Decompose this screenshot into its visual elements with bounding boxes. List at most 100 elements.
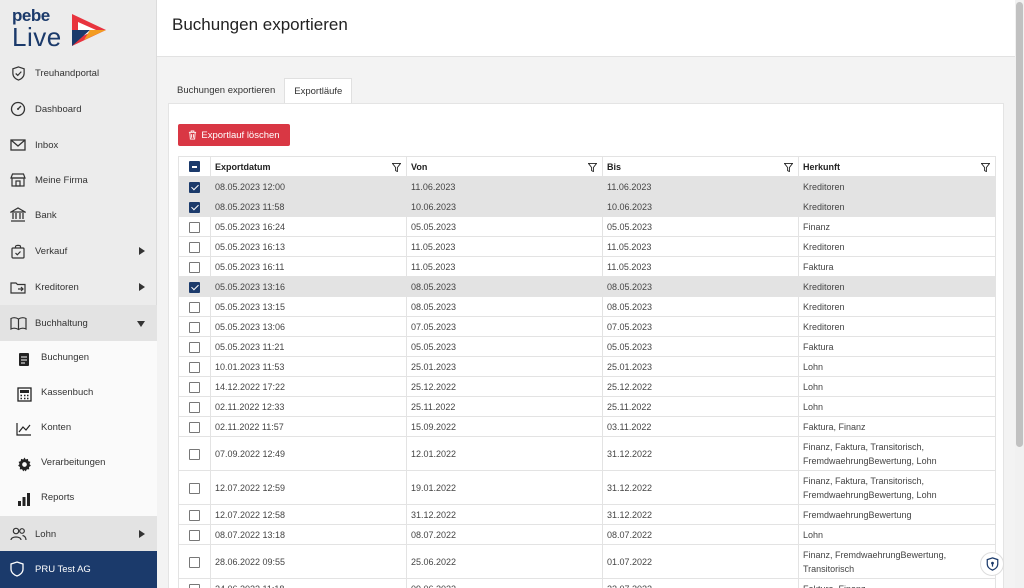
cell-datum: 12.07.2022 12:58 [210,504,407,525]
cell-bis: 05.05.2023 [602,336,799,357]
table-row[interactable]: 05.05.2023 13:16 08.05.2023 08.05.2023 Kred… [178,276,996,297]
row-checkbox[interactable] [189,201,200,213]
row-checkbox[interactable] [189,321,200,333]
table-row[interactable]: 02.11.2022 12:33 25.11.2022 25.11.2022 Lohn [178,396,996,417]
table-row[interactable]: 12.07.2022 12:58 31.12.2022 31.12.2022 Frem… [178,504,996,525]
sidebar-item-label: Bank [35,210,57,221]
cell-bis: 25.01.2023 [602,356,799,377]
sidebar-item-bank[interactable]: Bank [0,197,157,233]
filter-icon[interactable] [391,163,402,174]
delete-exportlauf-button[interactable]: Exportlauf löschen [178,124,290,146]
company-switcher[interactable]: PRU Test AG [0,551,157,588]
sidebar-subitem-buchungen[interactable]: Buchungen [0,341,157,376]
cell-von: 05.05.2023 [406,336,603,357]
table-row[interactable]: 05.05.2023 13:15 08.05.2023 08.05.2023 Kred… [178,296,996,317]
sidebar-item-dashboard[interactable]: Dashboard [0,91,157,127]
folder-arrow-icon [9,278,27,296]
tab-exportlaeufe[interactable]: Exportläufe [284,78,353,103]
cell-bis: 08.05.2023 [602,296,799,317]
row-checkbox[interactable] [189,448,200,460]
cell-herkunft: FremdwaehrungBewertung [798,504,996,525]
pebe-live-logo[interactable]: pebe Live [10,6,120,52]
column-header-bis[interactable]: Bis [602,156,799,177]
row-checkbox[interactable] [189,241,200,253]
table-row[interactable]: 05.05.2023 13:06 07.05.2023 07.05.2023 Kred… [178,316,996,337]
sidebar-subitem-verarbeitungen[interactable]: Verarbeitungen [0,446,157,481]
select-all-cell [178,156,211,177]
table-row[interactable]: 05.05.2023 16:24 05.05.2023 05.05.2023 Fina… [178,216,996,237]
row-checkbox[interactable] [189,341,200,353]
row-select-cell [178,470,211,505]
row-select-cell [178,416,211,437]
row-checkbox[interactable] [189,556,200,568]
sidebar-subitem-reports[interactable]: Reports [0,481,157,516]
column-header-label: Exportdatum [215,161,271,172]
column-header-exportdatum[interactable]: Exportdatum [210,156,407,177]
sidebar-item-lohn[interactable]: Lohn [0,516,157,552]
sidebar-subitem-kassenbuch[interactable]: Kassenbuch [0,376,157,411]
page-scrollbar[interactable] [1015,0,1024,588]
sidebar: pebe Live Treuhandportal Dashboard Inbox… [0,0,157,588]
table-row[interactable]: 02.11.2022 11:57 15.09.2022 03.11.2022 Fakt… [178,416,996,437]
security-help-button[interactable] [980,552,1004,576]
sidebar-item-treuhandportal[interactable]: Treuhandportal [0,55,157,91]
table-row[interactable]: 12.07.2022 12:59 19.01.2022 31.12.2022 Fina… [178,470,996,505]
row-select-cell [178,356,211,377]
table-row[interactable]: 14.12.2022 17:22 25.12.2022 25.12.2022 Lohn [178,376,996,397]
row-checkbox[interactable] [189,509,200,521]
table-row[interactable]: 07.09.2022 12:49 12.01.2022 31.12.2022 Fina… [178,436,996,471]
row-checkbox[interactable] [189,361,200,373]
row-checkbox[interactable] [189,221,200,233]
column-header-von[interactable]: Von [406,156,603,177]
table-row[interactable]: 24.06.2022 11:1809.06.202222.07.2022Fakt… [178,578,996,588]
row-checkbox[interactable] [189,583,200,588]
table-row[interactable]: 05.05.2023 16:13 11.05.2023 11.05.2023 Kred… [178,236,996,257]
row-select-cell [178,276,211,297]
table-row[interactable]: 08.05.2023 11:58 10.06.2023 10.06.2023 Kred… [178,196,996,217]
table-row[interactable]: 10.01.2023 11:53 25.01.2023 25.01.2023 Lohn [178,356,996,377]
cell-herkunft: Kreditoren [798,296,996,317]
sidebar-item-kreditoren[interactable]: Kreditoren [0,269,157,305]
row-checkbox[interactable] [189,301,200,313]
filter-icon[interactable] [587,163,598,174]
scrollbar-thumb[interactable] [1016,2,1023,447]
cell-bis: 08.05.2023 [602,276,799,297]
table-row[interactable]: 05.05.2023 11:21 05.05.2023 05.05.2023 Fakt… [178,336,996,357]
filter-icon[interactable] [980,163,991,174]
export-table: Exportdatum Von Bis Herkunft 08.05.2023 … [178,156,996,588]
shield-check-icon [9,64,27,82]
row-checkbox[interactable] [189,181,200,193]
sidebar-item-label: Verkauf [35,246,68,257]
sidebar-item-buchhaltung[interactable]: Buchhaltung [0,305,157,341]
table-row[interactable]: 08.05.2023 12:00 11.06.2023 11.06.2023 Kred… [178,176,996,197]
shield-lock-icon [986,557,998,571]
cell-bis: 31.12.2022 [602,470,799,505]
column-header-herkunft[interactable]: Herkunft [798,156,996,177]
cell-datum: 14.12.2022 17:22 [210,376,407,397]
column-header-label: Bis [607,161,622,172]
sidebar-subitem-konten[interactable]: Konten [0,411,157,446]
row-select-cell [178,578,211,588]
table-row[interactable]: 05.05.2023 16:11 11.05.2023 11.05.2023 Fakt… [178,256,996,277]
select-all-checkbox[interactable] [189,161,200,173]
sidebar-item-meine-firma[interactable]: Meine Firma [0,162,157,198]
cell-von: 19.01.2022 [406,470,603,505]
cell-herkunft: Finanz [798,216,996,237]
row-checkbox[interactable] [189,261,200,273]
row-checkbox[interactable] [189,401,200,413]
row-checkbox[interactable] [189,381,200,393]
cell-herkunft: Lohn [798,376,996,397]
cell-von: 08.07.2022 [406,524,603,545]
sidebar-item-inbox[interactable]: Inbox [0,127,157,163]
cell-datum: 08.07.2022 13:18 [210,524,407,545]
filter-icon[interactable] [783,163,794,174]
tab-buchungen-exportieren[interactable]: Buchungen exportieren [168,78,284,103]
page-header: Buchungen exportieren [157,0,1015,57]
sidebar-item-verkauf[interactable]: Verkauf [0,233,157,269]
row-checkbox[interactable] [189,421,200,433]
row-checkbox[interactable] [189,281,200,293]
table-row[interactable]: 08.07.2022 13:18 08.07.2022 08.07.2022 Lohn [178,524,996,545]
table-row[interactable]: 28.06.2022 09:55 25.06.2022 01.07.2022 Fina… [178,544,996,579]
row-checkbox[interactable] [189,529,200,541]
row-checkbox[interactable] [189,482,200,494]
